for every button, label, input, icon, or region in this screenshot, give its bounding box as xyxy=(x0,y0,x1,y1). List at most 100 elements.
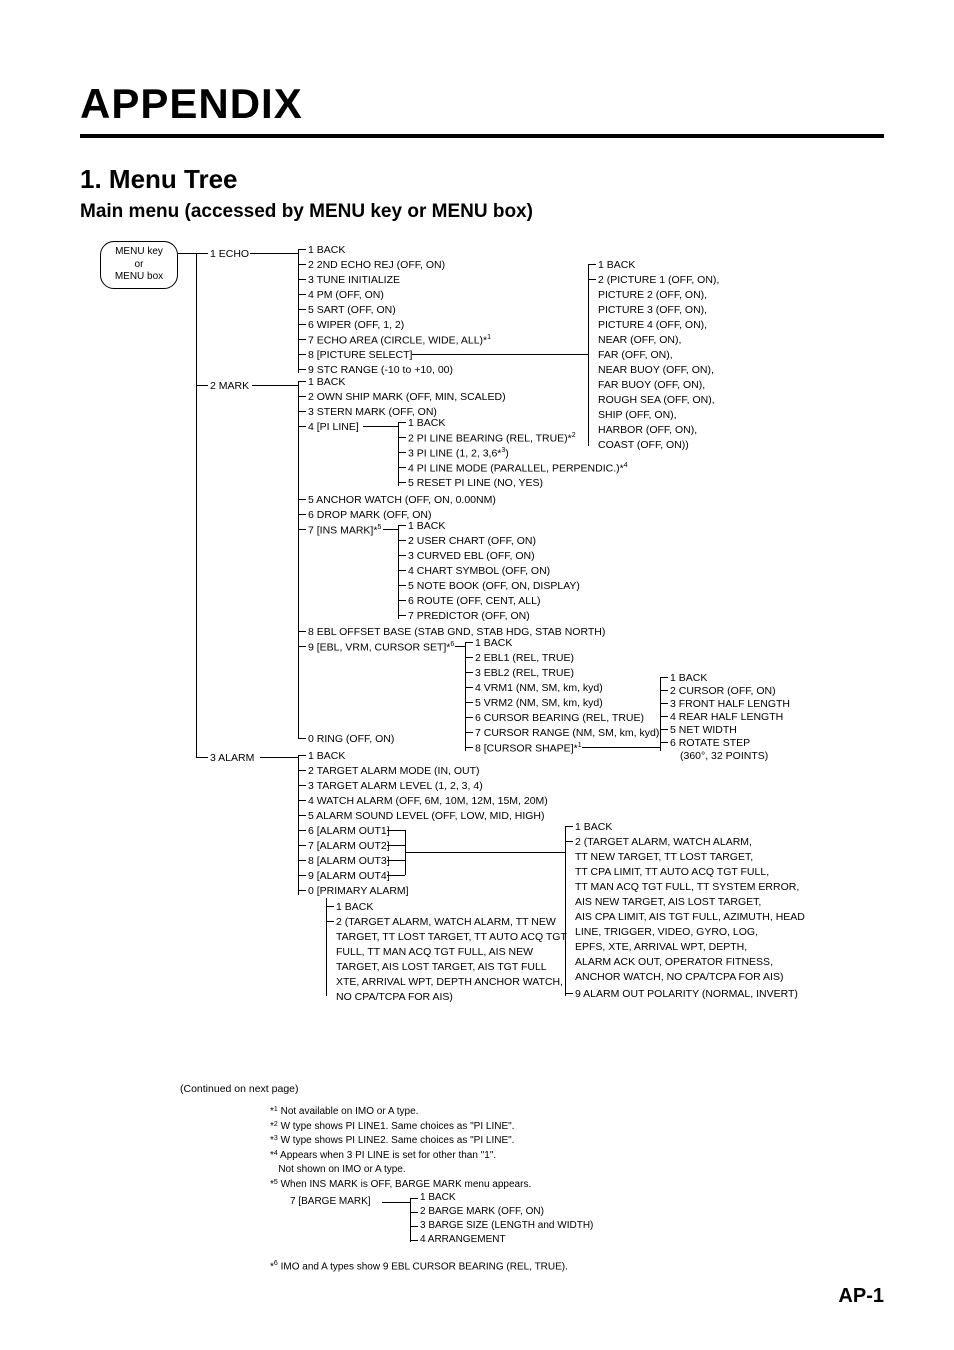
list-item: 1 BACK xyxy=(408,519,445,533)
list-item: 4 WATCH ALARM (OFF, 6M, 10M, 12M, 15M, 2… xyxy=(308,794,548,808)
list-item: 9 ALARM OUT POLARITY (NORMAL, INVERT) xyxy=(575,987,798,1001)
list-item: FAR (OFF, ON), xyxy=(598,348,673,362)
list-item: TT CPA LIMIT, TT AUTO ACQ TGT FULL, xyxy=(575,865,769,879)
footnote: *3 W type shows PI LINE2. Same choices a… xyxy=(270,1134,884,1149)
page-number: AP-1 xyxy=(838,1285,884,1308)
section-heading: 1. Menu Tree xyxy=(80,164,884,195)
list-item: 8 [ALARM OUT3] xyxy=(308,854,390,868)
footnote: *2 W type shows PI LINE1. Same choices a… xyxy=(270,1120,884,1135)
appendix-title: APPENDIX xyxy=(80,80,884,128)
list-item: 1 BACK xyxy=(336,900,373,914)
list-item: 2 OWN SHIP MARK (OFF, MIN, SCALED) xyxy=(308,390,506,404)
list-item: LINE, TRIGGER, VIDEO, GYRO, LOG, xyxy=(575,925,758,939)
list-item: TT NEW TARGET, TT LOST TARGET, xyxy=(575,850,753,864)
list-item: 3 BARGE SIZE (LENGTH and WIDTH) xyxy=(420,1220,593,1231)
list-item: ALARM ACK OUT, OPERATOR FITNESS, xyxy=(575,955,773,969)
list-item: TT MAN ACQ TGT FULL, TT SYSTEM ERROR, xyxy=(575,880,799,894)
list-item: 6 CURSOR BEARING (REL, TRUE) xyxy=(475,711,644,725)
list-item: 3 TUNE INITIALIZE xyxy=(308,273,400,287)
list-item: 8 [PICTURE SELECT] xyxy=(308,348,412,362)
footnote: *4 Appears when 3 PI LINE is set for oth… xyxy=(270,1149,884,1164)
list-item: AIS NEW TARGET, AIS LOST TARGET, xyxy=(575,895,761,909)
list-item: 1 BACK xyxy=(475,636,512,650)
heading-rule xyxy=(80,134,884,138)
subsection-heading: Main menu (accessed by MENU key or MENU … xyxy=(80,201,884,223)
list-item: 5 ANCHOR WATCH (OFF, ON, 0.00NM) xyxy=(308,493,496,507)
list-item: FAR BUOY (OFF, ON), xyxy=(598,378,705,392)
list-item: 4 ARRANGEMENT xyxy=(420,1234,506,1245)
list-item: HARBOR (OFF, ON), xyxy=(598,423,697,437)
list-item: FULL, TT MAN ACQ TGT FULL, AIS NEW xyxy=(336,945,533,959)
list-item: 1 BACK xyxy=(308,749,345,763)
list-item: 0 [PRIMARY ALARM] xyxy=(308,884,409,898)
list-item: EPFS, XTE, ARRIVAL WPT, DEPTH, xyxy=(575,940,747,954)
list-item: 5 RESET PI LINE (NO, YES) xyxy=(408,476,543,490)
footnote: Not shown on IMO or A type. xyxy=(270,1163,884,1178)
list-item: 7 ECHO AREA (CIRCLE, WIDE, ALL)*1 xyxy=(308,333,491,348)
list-item: SHIP (OFF, ON), xyxy=(598,408,677,422)
root-node: MENU keyorMENU box xyxy=(100,241,178,289)
list-item: COAST (OFF, ON)) xyxy=(598,438,689,452)
branch-mark: 2 MARK xyxy=(210,379,249,393)
list-item: 5 ALARM SOUND LEVEL (OFF, LOW, MID, HIGH… xyxy=(308,809,545,823)
list-item: 6 ROUTE (OFF, CENT, ALL) xyxy=(408,594,540,608)
list-item: 4 CHART SYMBOL (OFF, ON) xyxy=(408,564,550,578)
list-item: 3 EBL2 (REL, TRUE) xyxy=(475,666,574,680)
footnote: *1 Not available on IMO or A type. xyxy=(270,1105,884,1120)
list-item: 5 SART (OFF, ON) xyxy=(308,303,396,317)
list-item: 1 BACK xyxy=(308,375,345,389)
list-item: 2 TARGET ALARM MODE (IN, OUT) xyxy=(308,764,480,778)
list-item: NEAR BUOY (OFF, ON), xyxy=(598,363,714,377)
list-item: PICTURE 2 (OFF, ON), xyxy=(598,288,707,302)
list-item: XTE, ARRIVAL WPT, DEPTH ANCHOR WATCH, xyxy=(336,975,563,989)
list-item: 4 VRM1 (NM, SM, km, kyd) xyxy=(475,681,603,695)
continued-note: (Continued on next page) xyxy=(180,1083,884,1095)
list-item: 4 PI LINE MODE (PARALLEL, PERPENDIC.)*4 xyxy=(408,461,628,476)
list-item: 2 (TARGET ALARM, WATCH ALARM, TT NEW xyxy=(336,915,556,929)
list-item: ROUGH SEA (OFF, ON), xyxy=(598,393,715,407)
list-item: 9 [ALARM OUT4] xyxy=(308,869,390,883)
list-item: 4 [PI LINE] xyxy=(308,420,359,434)
barge-mark-tree: 7 [BARGE MARK] 1 BACK 2 BARGE MARK (OFF,… xyxy=(290,1196,884,1256)
barge-label: 7 [BARGE MARK] xyxy=(290,1196,371,1207)
menu-tree: MENU keyorMENU box 1 ECHO 1 BACK 2 2ND E… xyxy=(80,241,884,1081)
list-item: 1 BACK xyxy=(575,820,612,834)
list-item: 1 BACK xyxy=(308,243,345,257)
list-item: 6 WIPER (OFF, 1, 2) xyxy=(308,318,404,332)
list-item: 7 CURSOR RANGE (NM, SM, km, kyd) xyxy=(475,726,659,740)
list-item: 2 2ND ECHO REJ (OFF, ON) xyxy=(308,258,445,272)
list-item: 9 [EBL, VRM, CURSOR SET]*6 xyxy=(308,640,454,655)
branch-echo: 1 ECHO xyxy=(210,247,249,261)
list-item: NO CPA/TCPA FOR AIS) xyxy=(336,990,453,1004)
list-item: NEAR (OFF, ON), xyxy=(598,333,681,347)
list-item: PICTURE 3 (OFF, ON), xyxy=(598,303,707,317)
list-item: 1 BACK xyxy=(420,1192,456,1203)
list-item: 4 PM (OFF, ON) xyxy=(308,288,384,302)
list-item: (360°, 32 POINTS) xyxy=(680,749,768,763)
list-item: 0 RING (OFF, ON) xyxy=(308,732,394,746)
list-item: PICTURE 4 (OFF, ON), xyxy=(598,318,707,332)
list-item: 7 PREDICTOR (OFF, ON) xyxy=(408,609,530,623)
list-item: 6 [ALARM OUT1] xyxy=(308,824,390,838)
list-item: 2 (TARGET ALARM, WATCH ALARM, xyxy=(575,835,752,849)
list-item: 1 BACK xyxy=(408,416,445,430)
list-item: 3 TARGET ALARM LEVEL (1, 2, 3, 4) xyxy=(308,779,483,793)
list-item: 5 NOTE BOOK (OFF, ON, DISPLAY) xyxy=(408,579,580,593)
footnote: *5 When INS MARK is OFF, BARGE MARK menu… xyxy=(270,1178,884,1193)
list-item: 1 BACK xyxy=(598,258,635,272)
list-item: AIS CPA LIMIT, AIS TGT FULL, AZIMUTH, HE… xyxy=(575,910,805,924)
list-item: 2 EBL1 (REL, TRUE) xyxy=(475,651,574,665)
list-item: 2 USER CHART (OFF, ON) xyxy=(408,534,536,548)
footnote: *6 IMO and A types show 9 EBL CURSOR BEA… xyxy=(270,1260,884,1272)
list-item: 2 (PICTURE 1 (OFF, ON), xyxy=(598,273,719,287)
list-item: 8 [CURSOR SHAPE]*1 xyxy=(475,741,582,756)
footnotes: *1 Not available on IMO or A type. *2 W … xyxy=(270,1105,884,1192)
list-item: TARGET, AIS LOST TARGET, AIS TGT FULL xyxy=(336,960,547,974)
list-item: 3 PI LINE (1, 2, 3,6*3) xyxy=(408,446,509,461)
list-item: 3 CURVED EBL (OFF, ON) xyxy=(408,549,535,563)
list-item: TARGET, TT LOST TARGET, TT AUTO ACQ TGT xyxy=(336,930,567,944)
list-item: 8 EBL OFFSET BASE (STAB GND, STAB HDG, S… xyxy=(308,625,605,639)
list-item: 2 BARGE MARK (OFF, ON) xyxy=(420,1206,544,1217)
list-item: 7 [ALARM OUT2] xyxy=(308,839,390,853)
list-item: ANCHOR WATCH, NO CPA/TCPA FOR AIS) xyxy=(575,970,783,984)
